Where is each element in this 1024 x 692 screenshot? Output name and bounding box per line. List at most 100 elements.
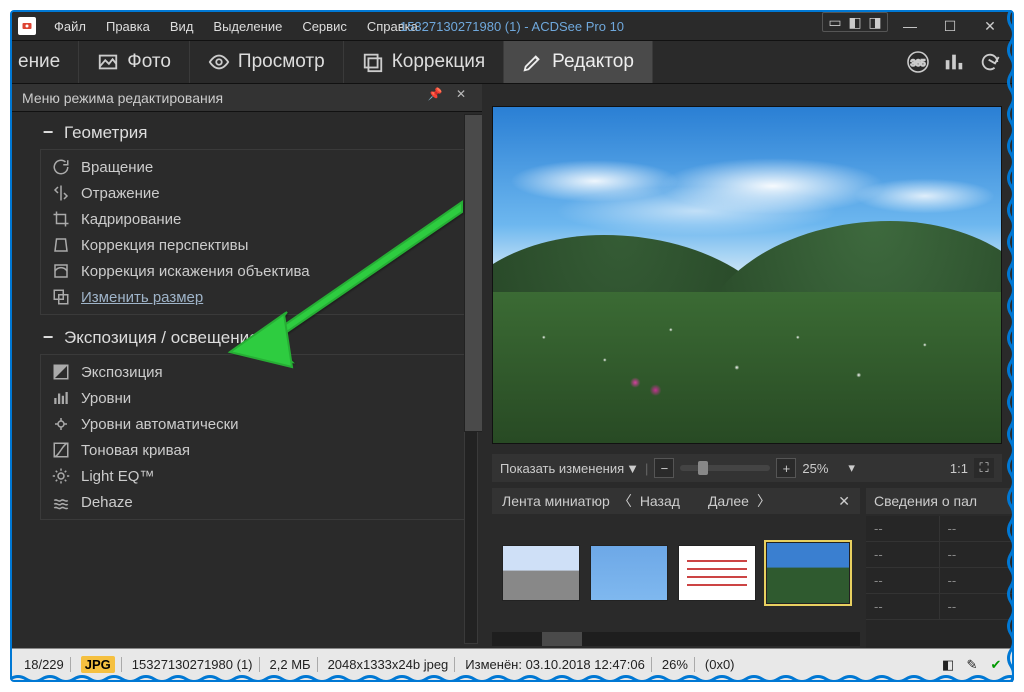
lighteq-icon	[51, 466, 71, 486]
panel-scrollbar[interactable]	[464, 114, 478, 644]
panel-title: Меню режима редактирования	[22, 90, 223, 106]
zoom-slider[interactable]	[680, 465, 770, 471]
pin-icon[interactable]: 📌	[424, 87, 446, 109]
photo-icon	[97, 51, 119, 73]
status-coords: (0x0)	[699, 657, 741, 672]
status-modified: Изменён: 03.10.2018 12:47:06	[459, 657, 652, 672]
edit-icon	[522, 51, 544, 73]
panel-close-icon[interactable]: ✕	[450, 87, 472, 109]
tab-photo-label: Фото	[127, 51, 171, 73]
sync-icon[interactable]	[976, 48, 1004, 76]
filmstrip-scrollbar[interactable]	[492, 632, 860, 646]
tab-photo[interactable]: Фото	[79, 41, 190, 83]
group-geometry-header[interactable]: − Геометрия	[40, 118, 472, 149]
edit-panel: Меню режима редактирования 📌 ✕ − Геометр…	[12, 84, 482, 648]
zoom-toolbar: Показать изменения ▼ | − + 25% ▾ 1:1 ⛶	[492, 454, 1002, 482]
app-logo	[18, 17, 36, 35]
menu-view[interactable]: Вид	[160, 19, 204, 34]
zoom-actual-button[interactable]: 1:1	[950, 461, 968, 476]
tool-perspective[interactable]: Коррекция перспективы	[41, 232, 471, 258]
tab-edit-label: Редактор	[552, 51, 634, 73]
menu-tools[interactable]: Сервис	[292, 19, 357, 34]
tool-flip[interactable]: Отражение	[41, 180, 471, 206]
crop-icon	[51, 209, 71, 229]
thumbnail[interactable]	[678, 545, 756, 601]
menu-file[interactable]: Файл	[44, 19, 96, 34]
info-panel-header: Сведения о пал	[866, 488, 1012, 514]
info-panel: ---- ---- ---- ----	[866, 516, 1012, 648]
tab-edit[interactable]: Редактор	[504, 41, 653, 83]
tool-lens[interactable]: Коррекция искажения объектива	[41, 258, 471, 284]
tool-curve[interactable]: Тоновая кривая	[41, 437, 471, 463]
tab-manage-label: ение	[18, 51, 60, 73]
maximize-button[interactable]: ☐	[932, 16, 968, 36]
close-button[interactable]: ✕	[972, 16, 1008, 36]
group-exposure-title: Экспозиция / освещение	[64, 328, 259, 348]
back-icon[interactable]: 〈	[618, 491, 632, 511]
window-title: 15327130271980 (1) - ACDSee Pro 10	[400, 19, 624, 34]
status-ok-icon[interactable]: ✔	[986, 655, 1006, 675]
collapse-icon: −	[40, 122, 56, 143]
thumbnail[interactable]	[502, 545, 580, 601]
filmstrip-back-label: Назад	[640, 493, 680, 509]
filmstrip-title: Лента миниатюр	[502, 493, 610, 509]
perspective-icon	[51, 235, 71, 255]
panel-header: Меню режима редактирования 📌 ✕	[12, 84, 482, 112]
tab-view-label: Просмотр	[238, 51, 325, 73]
dashboard-icon[interactable]	[940, 48, 968, 76]
zoom-fit-button[interactable]: ⛶	[974, 458, 994, 478]
tool-rotate[interactable]: Вращение	[41, 154, 471, 180]
menu-select[interactable]: Выделение	[203, 19, 292, 34]
zoom-out-button[interactable]: −	[654, 458, 674, 478]
status-dims: 2048x1333x24b jpeg	[322, 657, 456, 672]
tab-develop[interactable]: Коррекция	[344, 41, 504, 83]
filmstrip-header: Лента миниатюр 〈 Назад Далее 〉 ✕	[492, 488, 860, 514]
menu-edit[interactable]: Правка	[96, 19, 160, 34]
zoom-in-button[interactable]: +	[776, 458, 796, 478]
status-edit-icon[interactable]: ✎	[962, 655, 982, 675]
tool-lighteq[interactable]: Light EQ™	[41, 463, 471, 489]
exposure-icon	[51, 362, 71, 382]
thumbnail[interactable]	[590, 545, 668, 601]
filmstrip-close-icon[interactable]: ✕	[838, 493, 850, 510]
tab-develop-label: Коррекция	[392, 51, 485, 73]
status-bar: 18/229 JPG 15327130271980 (1) 2,2 МБ 204…	[12, 648, 1012, 680]
tool-dehaze[interactable]: Dehaze	[41, 489, 471, 515]
group-exposure-header[interactable]: − Экспозиция / освещение	[40, 323, 472, 354]
tool-crop[interactable]: Кадрирование	[41, 206, 471, 232]
status-format-badge: JPG	[81, 656, 115, 673]
tab-view[interactable]: Просмотр	[190, 41, 344, 83]
window-layout-buttons[interactable]: ▭◧◨	[822, 12, 888, 32]
status-counter: 18/229	[18, 657, 71, 672]
tool-resize[interactable]: Изменить размер	[41, 284, 471, 310]
curve-icon	[51, 440, 71, 460]
rotate-icon	[51, 157, 71, 177]
filmstrip-next-label: Далее	[708, 493, 749, 509]
status-mode-icon[interactable]: ◧	[938, 655, 958, 675]
tool-exposure[interactable]: Экспозиция	[41, 359, 471, 385]
tool-levels[interactable]: Уровни	[41, 385, 471, 411]
show-changes-dropdown[interactable]: Показать изменения ▼	[500, 461, 639, 476]
eye-icon	[208, 51, 230, 73]
thumbnail-selected[interactable]	[766, 542, 850, 604]
status-zoom: 26%	[656, 657, 695, 672]
levels-icon	[51, 388, 71, 408]
group-geometry-title: Геометрия	[64, 123, 148, 143]
365-icon[interactable]: 365	[904, 48, 932, 76]
svg-text:365: 365	[910, 58, 925, 68]
tab-manage[interactable]: ение	[12, 41, 79, 83]
info-panel-title: Сведения о пал	[874, 493, 977, 509]
minimize-button[interactable]: —	[892, 16, 928, 36]
preview-area: Показать изменения ▼ | − + 25% ▾ 1:1 ⛶ Л…	[482, 84, 1012, 648]
next-icon[interactable]: 〉	[757, 491, 771, 511]
group-geometry: − Геометрия Вращение Отражение Кадрирова…	[40, 118, 472, 315]
zoom-dropdown-icon[interactable]: ▾	[848, 460, 855, 476]
image-canvas[interactable]	[492, 106, 1002, 444]
flip-icon	[51, 183, 71, 203]
collapse-icon: −	[40, 327, 56, 348]
tool-autolevels[interactable]: Уровни автоматически	[41, 411, 471, 437]
lens-icon	[51, 261, 71, 281]
chevron-down-icon: ▼	[626, 461, 639, 476]
sliders-icon	[362, 51, 384, 73]
titlebar: Файл Правка Вид Выделение Сервис Справка…	[12, 12, 1012, 40]
